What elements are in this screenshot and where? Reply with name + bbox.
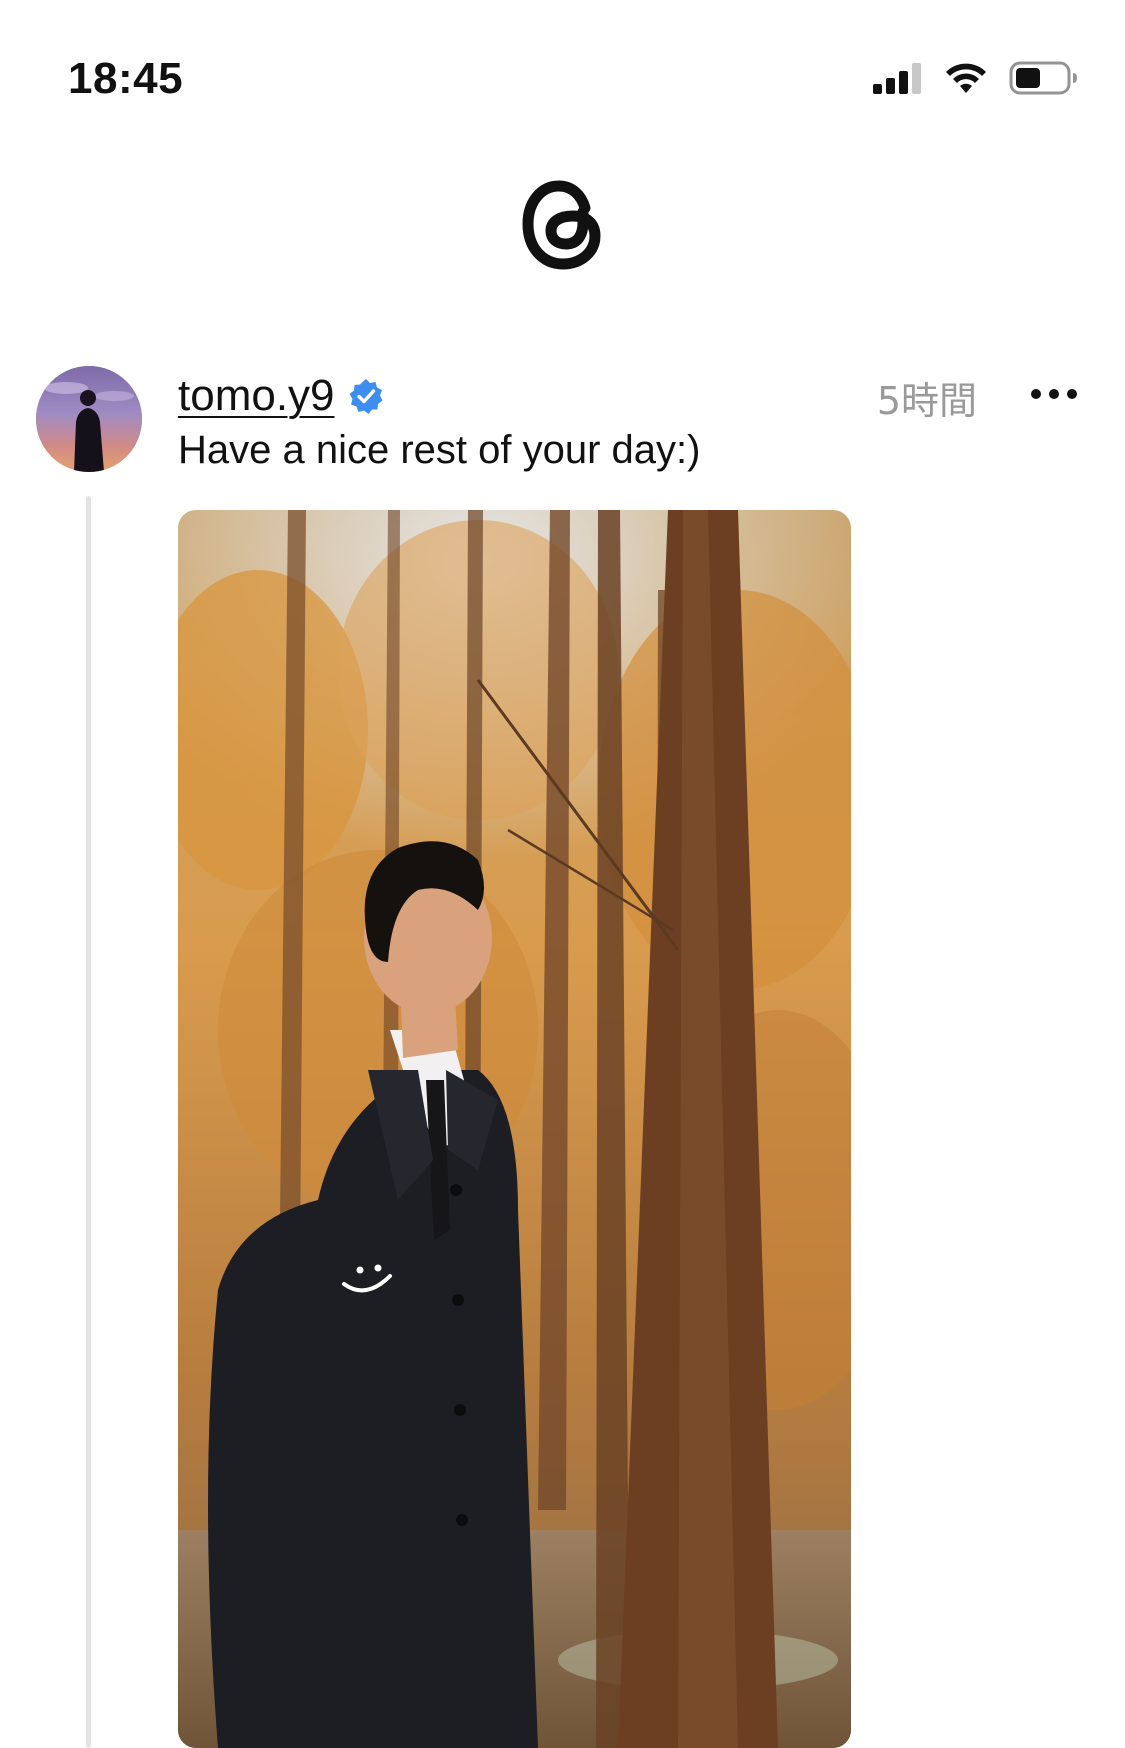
more-options-icon [1031,389,1077,399]
avatar[interactable] [36,366,142,472]
username[interactable]: tomo.y9 [178,371,335,421]
threads-logo-icon[interactable] [515,168,611,278]
post-photo[interactable] [178,510,851,1748]
post: tomo.y9 5時間 Have a nice rest of your day… [0,360,1125,1748]
thread-line [86,496,91,1748]
cellular-signal-icon [873,63,921,94]
status-bar: 18:45 [0,0,1125,150]
timestamp: 5時間 [876,379,977,423]
status-time: 18:45 [68,54,184,103]
battery-icon [1009,61,1077,95]
verified-badge-icon [349,379,383,414]
more-options-button[interactable] [1023,374,1085,414]
post-caption: Have a nice rest of your day:) [178,428,701,472]
app-header [0,168,1125,288]
wifi-icon [946,63,986,93]
status-icons [871,60,1079,96]
post-header: tomo.y9 [178,366,385,426]
